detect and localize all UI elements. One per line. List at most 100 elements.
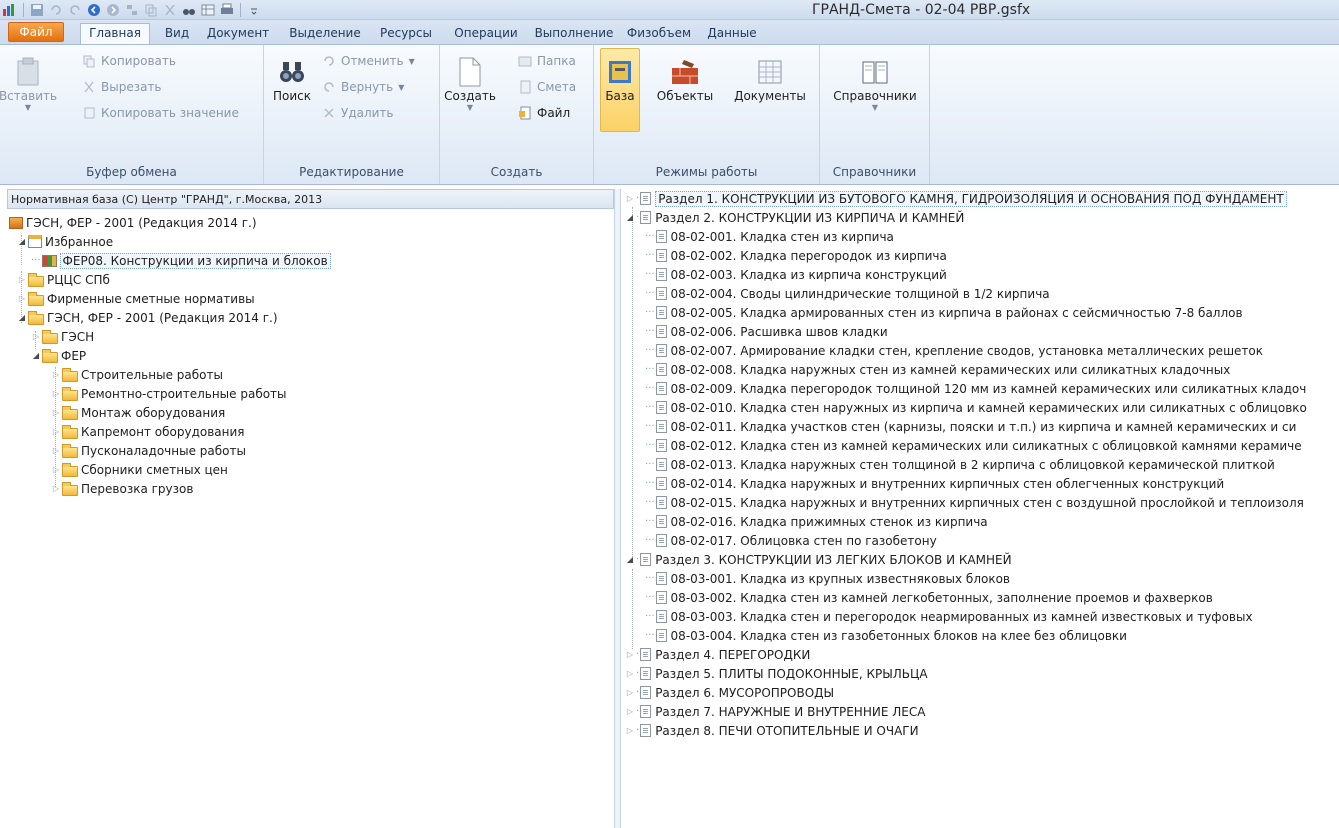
save-icon[interactable] <box>29 2 45 18</box>
tab-operations[interactable]: Операции <box>447 24 525 44</box>
create-button[interactable]: Создать ▼ <box>444 55 496 112</box>
tab-document[interactable]: Документ <box>200 24 276 44</box>
section-item[interactable]: ▷ · Раздел 7. НАРУЖНЫЕ И ВНУТРЕННИЕ ЛЕСА <box>625 702 926 721</box>
tab-view[interactable]: Вид <box>160 24 194 44</box>
copy-button[interactable]: Копировать <box>82 51 176 71</box>
collapsed-arrow-icon[interactable]: ▷ <box>625 688 635 698</box>
tab-resources[interactable]: Ресурсы <box>370 24 442 44</box>
collapsed-arrow-icon[interactable]: ▷ <box>31 332 41 342</box>
cut-icon[interactable] <box>162 2 178 18</box>
tree-item-root[interactable]: ГЭСН, ФЕР - 2001 (Редакция 2014 г.) <box>9 213 257 232</box>
norm-item[interactable]: ··· 08-02-016. Кладка прижимных стенок из… <box>645 512 988 531</box>
tab-home[interactable]: Главная <box>80 23 150 44</box>
norm-item[interactable]: ··· 08-02-013. Кладка наружных стен толщи… <box>645 455 1275 474</box>
norm-item[interactable]: ··· 08-02-010. Кладка стен наружных из ки… <box>645 398 1307 417</box>
tree-item-favorites[interactable]: ◢ Избранное <box>17 232 113 251</box>
expanded-arrow-icon[interactable]: ◢ <box>31 351 41 361</box>
collapsed-arrow-icon[interactable]: ▷ <box>51 389 61 399</box>
cut-button[interactable]: Вырезать <box>82 77 162 97</box>
tree-item-price-collections[interactable]: ▷ Сборники сметных цен <box>51 460 228 479</box>
binoculars-icon[interactable] <box>181 2 197 18</box>
norm-item[interactable]: ··· 08-02-003. Кладка из кирпича конструк… <box>645 265 947 284</box>
norm-item[interactable]: ··· 08-02-007. Армирование кладки стен, к… <box>645 341 1263 360</box>
norm-item[interactable]: ··· 08-02-012. Кладка стен из камней кера… <box>645 436 1302 455</box>
base-mode-button[interactable]: База <box>600 48 640 132</box>
tab-selection[interactable]: Выделение <box>282 24 368 44</box>
norm-item[interactable]: ··· 08-03-002. Кладка стен из камней легк… <box>645 588 1213 607</box>
collapsed-arrow-icon[interactable]: ▷ <box>625 707 635 717</box>
section-item[interactable]: ▷ · Раздел 4. ПЕРЕГОРОДКИ <box>625 645 810 664</box>
delete-button[interactable]: Удалить <box>322 103 394 123</box>
panel-splitter[interactable] <box>614 189 621 828</box>
tree-item-commissioning[interactable]: ▷ Пусконаладочные работы <box>51 441 246 460</box>
collapsed-arrow-icon[interactable]: ▷ <box>51 484 61 494</box>
references-button[interactable]: Справочники ▼ <box>828 55 922 112</box>
collapsed-arrow-icon[interactable]: ▷ <box>625 650 635 660</box>
tree-item-company-norms[interactable]: ▷ Фирменные сметные нормативы <box>17 289 255 308</box>
section-item[interactable]: ▷ · Раздел 6. МУСОРОПРОВОДЫ <box>625 683 834 702</box>
redo-icon[interactable] <box>67 2 83 18</box>
section-item[interactable]: ▷ · Раздел 5. ПЛИТЫ ПОДОКОННЫЕ, КРЫЛЬЦА <box>625 664 928 683</box>
collapsed-arrow-icon[interactable]: ▷ <box>51 427 61 437</box>
tree-item-gesn[interactable]: ▷ ГЭСН <box>31 327 94 346</box>
file-button[interactable]: Файл <box>518 103 570 123</box>
copy-icon[interactable] <box>143 2 159 18</box>
section-item[interactable]: ▷ · Раздел 1. КОНСТРУКЦИИ ИЗ БУТОВОГО КАМН… <box>625 189 1287 208</box>
tab-execution[interactable]: Выполнение <box>530 24 618 44</box>
expanded-arrow-icon[interactable]: ◢ <box>17 237 27 247</box>
section-item[interactable]: ◢ · Раздел 3. КОНСТРУКЦИИ ИЗ ЛЕГКИХ БЛОКОВ… <box>625 550 1012 569</box>
copy-value-button[interactable]: Копировать значение <box>82 103 239 123</box>
folder-button[interactable]: Папка <box>518 51 576 71</box>
tree-item-repair-works[interactable]: ▷ Ремонтно-строительные работы <box>51 384 287 403</box>
collapsed-arrow-icon[interactable]: ▷ <box>17 294 27 304</box>
back-icon[interactable] <box>86 2 102 18</box>
tab-file[interactable]: Файл <box>8 22 64 42</box>
forward-icon[interactable] <box>105 2 121 18</box>
paste-button[interactable]: Вставить ▼ <box>0 55 57 112</box>
norm-item[interactable]: ··· 08-02-017. Облицовка стен по газобето… <box>645 531 937 550</box>
norm-item[interactable]: ··· 08-02-014. Кладка наружных и внутренн… <box>645 474 1224 493</box>
collapsed-arrow-icon[interactable]: ▷ <box>51 446 61 456</box>
collapsed-arrow-icon[interactable]: ▷ <box>51 465 61 475</box>
tree-item-gesn-fer-2001[interactable]: ◢ ГЭСН, ФЕР - 2001 (Редакция 2014 г.) <box>17 308 278 327</box>
norm-item[interactable]: ··· 08-03-004. Кладка стен из газобетонны… <box>645 626 1127 645</box>
norm-item[interactable]: ··· 08-02-015. Кладка наружных и внутренн… <box>645 493 1304 512</box>
tree-icon[interactable] <box>124 2 140 18</box>
search-button[interactable]: Поиск <box>270 55 314 103</box>
documents-mode-button[interactable]: Документы <box>728 55 812 103</box>
tree-item-equipment-overhaul[interactable]: ▷ Капремонт оборудования <box>51 422 245 441</box>
estimate-button[interactable]: Смета <box>518 77 576 97</box>
print-icon[interactable] <box>219 2 235 18</box>
norm-item[interactable]: ··· 08-02-005. Кладка армированных стен и… <box>645 303 1243 322</box>
collapsed-arrow-icon[interactable]: ▷ <box>51 408 61 418</box>
norm-item[interactable]: ··· 08-02-001. Кладка стен из кирпича <box>645 227 894 246</box>
table-icon[interactable] <box>200 2 216 18</box>
customize-toolbar-icon[interactable] <box>246 2 262 18</box>
norm-item[interactable]: ··· 08-02-004. Своды цилиндрические толщи… <box>645 284 1050 303</box>
tree-item-fer[interactable]: ◢ ФЕР <box>31 346 86 365</box>
app-logo-icon[interactable] <box>2 2 18 18</box>
objects-mode-button[interactable]: Объекты <box>650 55 720 103</box>
redo-button[interactable]: Вернуть ▼ <box>322 77 404 97</box>
expanded-arrow-icon[interactable]: ◢ <box>625 213 635 223</box>
undo-icon[interactable] <box>48 2 64 18</box>
tab-data[interactable]: Данные <box>702 24 762 44</box>
collapsed-arrow-icon[interactable]: ▷ <box>625 194 635 204</box>
tree-item-equipment-installation[interactable]: ▷ Монтаж оборудования <box>51 403 225 422</box>
section-item[interactable]: ▷ · Раздел 8. ПЕЧИ ОТОПИТЕЛЬНЫЕ И ОЧАГИ <box>625 721 919 740</box>
norm-item[interactable]: ··· 08-02-011. Кладка участков стен (карн… <box>645 417 1296 436</box>
collapsed-arrow-icon[interactable]: ▷ <box>625 669 635 679</box>
collapsed-arrow-icon[interactable]: ▷ <box>625 726 635 736</box>
section-item[interactable]: ◢ · Раздел 2. КОНСТРУКЦИИ ИЗ КИРПИЧА И КАМ… <box>625 208 964 227</box>
norm-item[interactable]: ··· 08-03-001. Кладка из крупных известня… <box>645 569 1010 588</box>
norm-item[interactable]: ··· 08-02-006. Расшивка швов кладки <box>645 322 888 341</box>
tree-item-fer08[interactable]: ··· ФЕР08. Конструкции из кирпича и блок… <box>31 251 331 270</box>
expanded-arrow-icon[interactable]: ◢ <box>17 313 27 323</box>
tree-item-rccs-spb[interactable]: ▷ РЦЦС СПб <box>17 270 110 289</box>
undo-button[interactable]: Отменить ▼ <box>322 51 415 71</box>
tree-item-construction-works[interactable]: ▷ Строительные работы <box>51 365 223 384</box>
collapsed-arrow-icon[interactable]: ▷ <box>17 275 27 285</box>
norm-item[interactable]: ··· 08-03-003. Кладка стен и перегородок … <box>645 607 1253 626</box>
tree-item-cargo-transport[interactable]: ▷ Перевозка грузов <box>51 479 193 498</box>
norm-item[interactable]: ··· 08-02-008. Кладка наружных стен из ка… <box>645 360 1230 379</box>
